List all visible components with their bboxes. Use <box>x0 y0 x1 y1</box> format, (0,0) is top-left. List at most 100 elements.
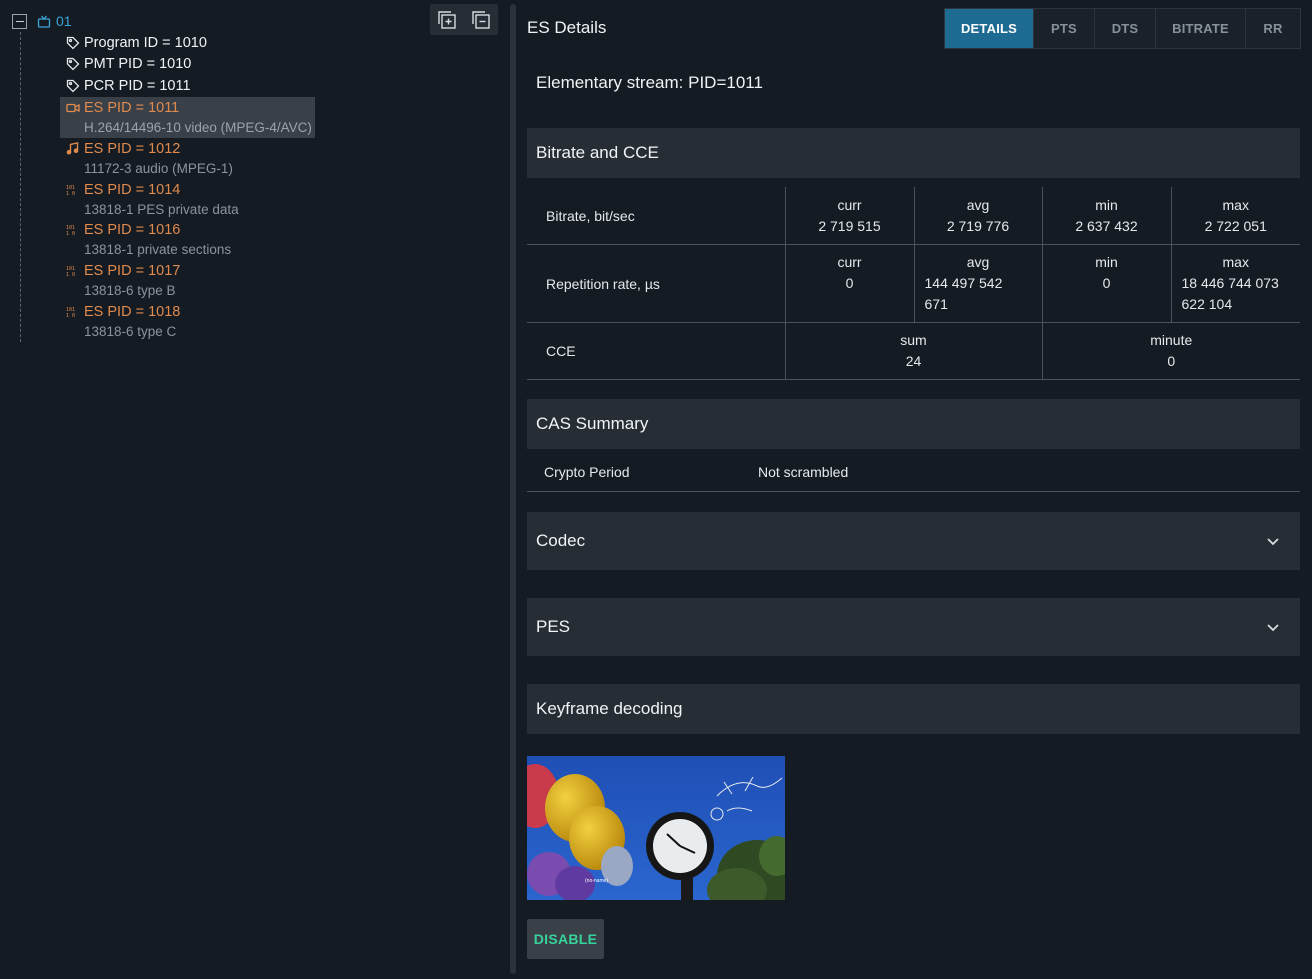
cell-value-cont: 622 104 <box>1181 296 1233 312</box>
tree-item-label: ES PID = 1012 <box>84 140 181 157</box>
tag-icon <box>66 36 84 50</box>
svg-text:1 0: 1 0 <box>66 231 75 236</box>
stream-title: Elementary stream: PID=1011 <box>536 73 763 92</box>
tv-icon <box>37 15 51 28</box>
binary-data-icon: 101 1 0 <box>66 224 84 236</box>
section-title: Codec <box>536 531 586 550</box>
row-label: CCE <box>527 322 786 380</box>
section-title: Keyframe decoding <box>536 699 683 718</box>
page-title: ES Details <box>527 18 607 37</box>
chevron-down-icon <box>1267 623 1279 631</box>
binary-data-icon: 101 1 0 <box>66 265 84 277</box>
cell-label: minute <box>1150 332 1193 348</box>
cell-label: avg <box>966 254 990 270</box>
repetition-avg-cell: avg 144 497 542 671 <box>914 244 1043 323</box>
tree-item-es-1014[interactable]: 101 1 0 ES PID = 1014 13818-1 PES private… <box>60 179 315 220</box>
tree-toolbar <box>430 4 498 35</box>
keyframe-image: (no-name) <box>527 756 785 900</box>
tree-item-es-1018[interactable]: 101 1 0 ES PID = 1018 13818-6 type C <box>60 301 315 342</box>
tree-item-description: 13818-6 type B <box>84 283 176 298</box>
table-row: Bitrate, bit/sec curr 2 719 515 avg 2 71… <box>527 187 1300 245</box>
tree-item-description: 13818-1 private sections <box>84 242 232 257</box>
cell-value: 2 722 051 <box>1204 218 1267 234</box>
bitrate-curr-cell: curr 2 719 515 <box>785 187 915 245</box>
section-cas-summary: CAS Summary <box>527 399 1300 449</box>
cell-value: 18 446 744 073 <box>1181 275 1279 291</box>
video-camera-icon <box>66 103 84 113</box>
tree-guide-line <box>20 32 21 342</box>
section-keyframe: Keyframe decoding <box>527 684 1300 734</box>
cce-sum-cell: sum 24 <box>785 322 1043 380</box>
expand-all-icon <box>438 10 456 29</box>
collapse-all-button[interactable] <box>464 4 498 35</box>
svg-text:1 0: 1 0 <box>66 313 75 318</box>
cell-value: 24 <box>905 353 922 369</box>
tab-dts[interactable]: DTS <box>1095 9 1156 48</box>
tag-icon <box>66 57 84 71</box>
cell-label: max <box>1222 197 1249 213</box>
cell-value: 144 497 542 <box>924 275 1003 291</box>
section-bitrate-cce: Bitrate and CCE <box>527 128 1300 178</box>
cell-value: 0 <box>1102 275 1111 291</box>
tree-item-label: ES PID = 1018 <box>84 303 181 320</box>
tree-item-description: H.264/14496-10 video (MPEG-4/AVC) <box>84 120 312 135</box>
repetition-min-cell: min 0 <box>1042 244 1172 323</box>
panel-splitter[interactable] <box>510 4 516 974</box>
cas-value: Not scrambled <box>758 464 849 480</box>
tree-item-pcr-pid[interactable]: PCR PID = 1011 <box>60 75 315 96</box>
section-title: CAS Summary <box>536 414 649 433</box>
expand-all-button[interactable] <box>430 4 464 35</box>
tree-item-label: ES PID = 1016 <box>84 221 181 238</box>
cell-spacer <box>1053 294 1161 315</box>
tree-root-node[interactable]: 01 <box>12 12 72 30</box>
section-pes[interactable]: PES <box>527 598 1300 656</box>
cas-row: Crypto Period Not scrambled <box>527 453 1300 492</box>
tree-item-program-id[interactable]: Program ID = 1010 <box>60 32 315 53</box>
bitrate-avg-cell: avg 2 719 776 <box>914 187 1043 245</box>
disable-button[interactable]: DISABLE <box>527 919 604 959</box>
tree-item-description: 13818-6 type C <box>84 324 177 339</box>
cell-value: 0 <box>1167 353 1176 369</box>
collapse-toggle[interactable] <box>12 13 27 29</box>
cell-label: min <box>1095 197 1118 213</box>
binary-data-icon: 101 1 0 <box>66 306 84 318</box>
table-row: CCE sum 24 minute 0 <box>527 322 1300 380</box>
table-row: Repetition rate, µs curr 0 avg 144 497 5… <box>527 244 1300 323</box>
cell-label: min <box>1095 254 1118 270</box>
tree-root-label: 01 <box>56 13 72 29</box>
tree-item-es-1017[interactable]: 101 1 0 ES PID = 1017 13818-6 type B <box>60 260 315 301</box>
tab-bitrate[interactable]: BITRATE <box>1156 9 1246 48</box>
cell-label: curr <box>837 254 862 270</box>
cas-key: Crypto Period <box>544 464 630 480</box>
row-label: Repetition rate, µs <box>527 244 786 323</box>
tree-item-es-1012[interactable]: ES PID = 1012 11172-3 audio (MPEG-1) <box>60 138 315 179</box>
cell-label: curr <box>837 197 862 213</box>
chevron-down-icon <box>1267 537 1279 545</box>
cell-value: 0 <box>845 275 854 291</box>
collapse-all-icon <box>472 10 490 29</box>
tab-details[interactable]: DETAILS <box>945 9 1034 48</box>
cell-label: max <box>1222 254 1249 270</box>
section-title: PES <box>536 617 571 636</box>
tree-item-label: ES PID = 1017 <box>84 262 181 279</box>
svg-text:1 0: 1 0 <box>66 272 75 277</box>
tree-item-es-1011[interactable]: ES PID = 1011 H.264/14496-10 video (MPEG… <box>60 97 315 138</box>
section-title: Bitrate and CCE <box>536 143 659 162</box>
cell-value: 2 637 432 <box>1075 218 1138 234</box>
details-tabs: DETAILS PTS DTS BITRATE RR <box>944 8 1301 49</box>
keyframe-caption: (no-name) <box>585 878 608 884</box>
section-codec[interactable]: Codec <box>527 512 1300 570</box>
tree-item-es-1016[interactable]: 101 1 0 ES PID = 1016 13818-1 private sec… <box>60 219 315 260</box>
tree-item-pmt-pid[interactable]: PMT PID = 1010 <box>60 53 315 74</box>
row-label: Bitrate, bit/sec <box>527 187 786 245</box>
binary-data-icon: 101 1 0 <box>66 184 84 196</box>
cell-value: 2 719 776 <box>946 218 1010 234</box>
tree-item-label: Program ID = 1010 <box>84 34 207 51</box>
tab-pts[interactable]: PTS <box>1034 9 1095 48</box>
es-details-panel: ES Details DETAILS PTS DTS BITRATE RR El… <box>527 0 1301 979</box>
cell-value-cont: 671 <box>924 296 948 312</box>
cell-spacer <box>796 294 904 315</box>
tree-item-description: 11172-3 audio (MPEG-1) <box>84 161 233 176</box>
tree-item-label: ES PID = 1014 <box>84 181 181 198</box>
tab-rr[interactable]: RR <box>1246 9 1300 48</box>
